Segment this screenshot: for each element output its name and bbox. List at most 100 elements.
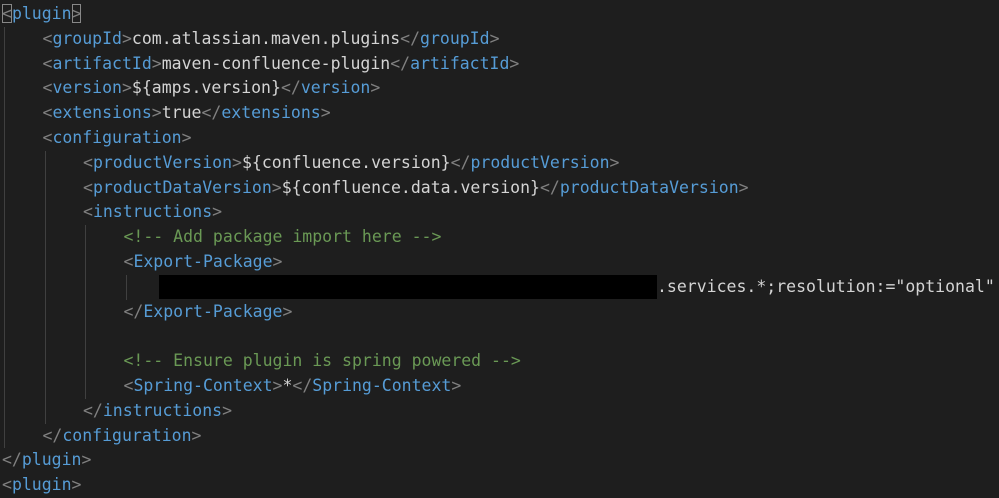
tag-bracket: <: [2, 475, 12, 495]
tag-bracket: <: [83, 152, 93, 172]
tag-bracket: >: [609, 152, 620, 172]
tag-bracket: </: [201, 103, 222, 123]
tag-name: artifactId: [52, 53, 152, 73]
element-value: .services.*;resolution:="optional": [657, 276, 995, 296]
tag-bracket: >: [151, 103, 162, 123]
code-line[interactable]: </instructions>: [0, 399, 232, 424]
tag-bracket: >: [272, 376, 283, 395]
tag-name: Export-Package: [143, 301, 283, 321]
tag-name: instructions: [102, 400, 223, 420]
tag-bracket: >: [151, 53, 162, 73]
tag-bracket: >: [370, 78, 381, 98]
tag-name: Spring-Context: [133, 376, 273, 395]
code-line[interactable]: <productVersion>${confluence.version}</p…: [0, 151, 619, 176]
tag-bracket: <: [123, 252, 134, 271]
tag-bracket: >: [509, 53, 520, 73]
tag-bracket: <: [2, 4, 12, 23]
tag-name: Export-Package: [133, 252, 273, 271]
indent-guide: [125, 274, 127, 300]
tag-bracket: >: [489, 28, 500, 48]
element-value: ${amps.version}: [131, 78, 281, 98]
tag-name: plugin: [11, 4, 72, 23]
code-line[interactable]: <plugin>: [0, 473, 81, 498]
tag-name: groupId: [52, 28, 122, 48]
code-line[interactable]: <extensions>true</extensions>: [0, 101, 331, 126]
tag-bracket: >: [320, 103, 331, 123]
tag-bracket: >: [181, 128, 192, 147]
code-line[interactable]: <productDataVersion>${confluence.data.ve…: [0, 176, 749, 201]
xml-comment: <!-- Ensure plugin is spring powered -->: [123, 351, 521, 371]
tag-bracket: >: [222, 400, 233, 420]
code-line[interactable]: </configuration>: [0, 424, 202, 449]
tag-name: configuration: [62, 425, 192, 445]
indent-guide: [4, 26, 6, 449]
element-value: *: [282, 376, 293, 395]
code-line[interactable]: <groupId>com.atlassian.maven.plugins</gr…: [0, 27, 500, 52]
code-line[interactable]: <!-- Add package import here -->: [0, 225, 442, 250]
tag-bracket: </: [42, 425, 63, 445]
tag-bracket: >: [232, 152, 242, 172]
tag-bracket: >: [81, 450, 92, 470]
tag-bracket: >: [272, 252, 283, 271]
tag-name: productDataVersion: [92, 177, 272, 197]
tag-name: productVersion: [470, 152, 610, 172]
tag-bracket: >: [71, 475, 82, 495]
code-editor[interactable]: <plugin> <groupId>com.atlassian.maven.plu…: [0, 0, 999, 498]
tag-bracket: >: [282, 301, 293, 321]
tag-name: plugin: [11, 475, 72, 495]
tag-bracket: >: [71, 4, 82, 23]
indent-guide: [44, 150, 46, 424]
tag-bracket: <: [42, 128, 53, 147]
indent-guide: [85, 225, 86, 399]
tag-bracket: <: [42, 28, 53, 48]
code-line[interactable]: [0, 324, 12, 349]
tag-bracket: >: [191, 425, 202, 445]
tag-bracket: <: [42, 103, 53, 123]
tag-name: productDataVersion: [559, 177, 739, 197]
tag-bracket: >: [121, 28, 132, 48]
tag-name: configuration: [52, 128, 182, 147]
tag-name: instructions: [92, 202, 213, 222]
tag-bracket: <: [42, 53, 53, 73]
redacted-block: [159, 274, 657, 299]
tag-bracket: </: [123, 301, 144, 321]
tag-bracket: </: [292, 376, 313, 395]
tag-name: artifactId: [410, 53, 510, 73]
tag-name: extensions: [221, 103, 321, 123]
element-value: maven-confluence-plugin: [161, 53, 391, 73]
tag-name: version: [52, 78, 122, 98]
tag-bracket: >: [738, 177, 749, 197]
element-value: true: [161, 103, 202, 123]
element-value: ${confluence.version}: [241, 152, 451, 172]
tag-name: Spring-Context: [312, 376, 452, 395]
tag-bracket: <: [42, 78, 53, 98]
tag-bracket: </: [390, 53, 411, 73]
code-line[interactable]: <version>${amps.version}</version>: [0, 76, 381, 101]
code-line[interactable]: .services.*;resolution:="optional": [0, 274, 995, 300]
code-line[interactable]: </plugin>: [0, 448, 91, 473]
tag-bracket: >: [212, 202, 223, 222]
tag-bracket: </: [83, 400, 103, 420]
code-line[interactable]: <instructions>: [0, 200, 222, 225]
tag-bracket: </: [400, 28, 421, 48]
tag-name: version: [300, 78, 371, 98]
tag-bracket: <: [83, 202, 93, 222]
code-line[interactable]: <artifactId>maven-confluence-plugin</art…: [0, 52, 520, 77]
tag-bracket: <: [83, 177, 93, 197]
code-line[interactable]: <Export-Package>: [0, 250, 283, 275]
tag-name: groupId: [420, 28, 490, 48]
code-line[interactable]: <!-- Ensure plugin is spring powered -->: [0, 349, 521, 374]
tag-bracket: >: [121, 78, 132, 98]
tag-bracket: </: [450, 152, 471, 172]
tag-bracket: <: [123, 376, 134, 395]
tag-bracket: </: [539, 177, 560, 197]
tag-bracket: </: [280, 78, 301, 98]
element-value: ${confluence.data.version}: [281, 177, 540, 197]
code-line[interactable]: <plugin>: [0, 2, 82, 27]
tag-bracket: >: [271, 177, 282, 197]
tag-bracket: >: [451, 376, 462, 395]
element-value: com.atlassian.maven.plugins: [131, 28, 401, 48]
xml-comment: <!-- Add package import here -->: [123, 227, 442, 247]
code-line[interactable]: <configuration>: [0, 126, 192, 151]
code-line[interactable]: <Spring-Context>*</Spring-Context>: [0, 374, 462, 399]
